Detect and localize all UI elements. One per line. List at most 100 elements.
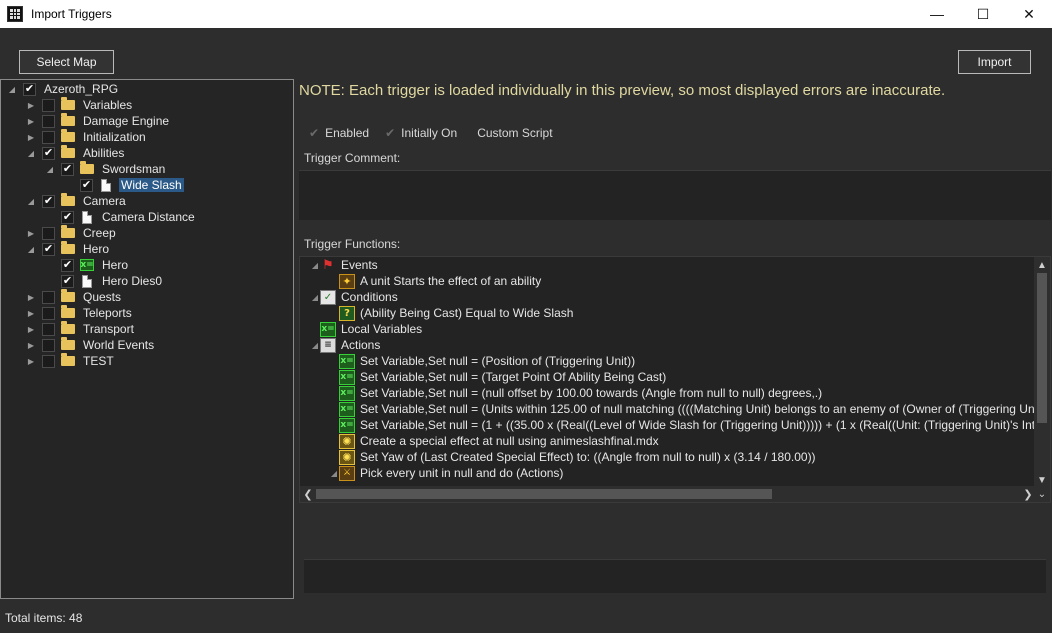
function-row[interactable]: x= Local Variables [310,321,422,337]
tree-item-checkbox[interactable] [42,130,55,144]
function-row[interactable]: ◢ ⚔ Pick every unit in null and do (Action… [329,465,563,481]
tree-item[interactable]: ✔ Hero Dies0 [45,273,164,289]
expand-arrow-icon[interactable]: ▶ [26,225,36,241]
tree-item-checkbox[interactable] [42,114,55,128]
folder-icon [61,241,75,255]
collapse-arrow-icon[interactable]: ◢ [310,341,320,350]
import-button[interactable]: Import [958,50,1031,74]
initially-on-option[interactable]: ✔ Initially On [385,126,457,140]
tree-item-checkbox[interactable] [42,226,55,240]
trigger-functions-tree[interactable]: ◢ ⚑ Events ✦ A unit Starts the effect of an … [299,256,1051,503]
enabled-option[interactable]: ✔ Enabled [309,126,369,140]
collapse-arrow-icon[interactable]: ◢ [26,241,36,257]
maximize-button[interactable]: ☐ [960,0,1006,28]
tree-item-checkbox[interactable]: ✔ [61,274,74,288]
horizontal-scrollbar[interactable]: ❮ ❯ [300,486,1036,502]
tree-item[interactable]: ✔ Camera Distance [45,209,197,225]
tree-item[interactable]: ◢ ✔ Abilities [26,145,126,161]
collapse-arrow-icon[interactable]: ◢ [310,293,320,302]
expand-arrow-icon[interactable]: ▶ [26,289,36,305]
expand-arrow-icon[interactable]: ▶ [26,321,36,337]
tree-item-checkbox[interactable]: ✔ [61,210,74,224]
function-row[interactable]: ? (Ability Being Cast) Equal to Wide Slas… [329,305,573,321]
tree-item-checkbox[interactable] [42,306,55,320]
tree-item[interactable]: ◢ ✔ Hero [26,241,111,257]
vertical-scroll-thumb[interactable] [1037,273,1047,423]
tree-item-checkbox[interactable] [42,290,55,304]
function-row[interactable]: ◢ ✓ Conditions [310,289,398,305]
tree-item[interactable]: ▶ Damage Engine [26,113,171,129]
tree-item[interactable]: ▶ Quests [26,289,123,305]
tree-item-checkbox[interactable]: ✔ [42,242,55,256]
folder-icon [61,193,75,207]
tree-item[interactable]: ▶ World Events [26,337,156,353]
tree-item-checkbox[interactable]: ✔ [61,162,74,176]
tree-item[interactable]: ◢ ✔ Camera [26,193,128,209]
tree-item[interactable]: ▶ Creep [26,225,118,241]
scroll-left-arrow[interactable]: ❮ [300,486,316,502]
tree-item[interactable]: ✔ Wide Slash [64,177,184,193]
select-map-button[interactable]: Select Map [19,50,114,74]
tree-item[interactable]: ▶ Transport [26,321,136,337]
tree-item-checkbox[interactable] [42,98,55,112]
tree-item[interactable]: ▶ Teleports [26,305,134,321]
expand-arrow-icon[interactable]: ▶ [26,113,36,129]
variable-icon: x= [339,417,355,433]
tree-item-checkbox[interactable]: ✔ [80,178,93,192]
custom-script-option[interactable]: Custom Script [477,126,552,140]
function-row[interactable]: ✦ A unit Starts the effect of an ability [329,273,541,289]
expand-arrow-icon[interactable]: ▶ [26,305,36,321]
scroll-up-arrow[interactable]: ▲ [1034,257,1050,273]
status-total-items: Total items: 48 [5,611,83,625]
collapse-arrow-icon[interactable]: ◢ [329,469,339,478]
tree-item-label: Quests [83,290,122,304]
tree-item-checkbox[interactable] [42,354,55,368]
trigger-tree[interactable]: ◢ ✔ Azeroth_RPG ▶ Variables ▶ Damage Engine ▶ In… [0,79,294,599]
function-row[interactable]: x= Set Variable,Set null = (null offset b… [329,385,822,401]
expand-arrow-icon[interactable]: ▶ [26,337,36,353]
expand-arrow-icon[interactable]: ▶ [26,353,36,369]
collapse-arrow-icon[interactable]: ◢ [26,145,36,161]
tree-item-checkbox[interactable]: ✔ [61,258,74,272]
trigger-comment-box[interactable] [299,170,1051,220]
horizontal-scroll-thumb[interactable] [316,489,772,499]
collapse-arrow-icon[interactable]: ◢ [7,81,17,97]
collapse-arrow-icon[interactable]: ◢ [310,261,320,270]
function-row[interactable]: ✺ Create a special effect at null using a… [329,433,659,449]
collapse-arrow-icon[interactable]: ◢ [45,161,55,177]
close-button[interactable]: ✕ [1006,0,1052,28]
tree-item-label: Abilities [83,146,125,160]
tree-item-label: Hero Dies0 [102,274,163,288]
function-row[interactable]: x= Set Variable,Set null = (Position of (… [329,353,635,369]
tree-item[interactable]: ◢ ✔ Swordsman [45,161,167,177]
function-row[interactable]: ◢ ⚑ Events [310,257,378,273]
function-row[interactable]: x= Set Variable,Set null = (Units within … [329,401,1035,417]
preview-note: NOTE: Each trigger is loaded individuall… [299,82,946,99]
function-row[interactable]: x= Set Variable,Set null = (Target Point … [329,369,666,385]
tree-item[interactable]: ▶ Initialization [26,129,148,145]
tree-item-checkbox[interactable] [42,322,55,336]
function-row[interactable]: x= Set Variable,Set null = (1 + ((35.00 x… [329,417,1050,433]
initially-on-checkbox[interactable]: ✔ [385,126,395,140]
tree-item[interactable]: ▶ Variables [26,97,134,113]
function-row[interactable]: ◢ ≡ Actions [310,337,380,353]
function-text: Set Yaw of (Last Created Special Effect)… [360,450,816,464]
tree-item[interactable]: ▶ TEST [26,353,116,369]
minimize-button[interactable]: — [914,0,960,28]
actions-icon: ≡ [320,337,336,353]
enabled-checkbox[interactable]: ✔ [309,126,319,140]
tree-item-checkbox[interactable]: ✔ [42,194,55,208]
tree-item-checkbox[interactable] [42,338,55,352]
collapse-arrow-icon [64,177,74,193]
expand-arrow-icon[interactable]: ▶ [26,97,36,113]
function-row[interactable]: ✺ Set Yaw of (Last Created Special Effect… [329,449,816,465]
tree-item-checkbox[interactable]: ✔ [42,146,55,160]
vertical-scrollbar[interactable]: ▲ ▼ [1034,257,1050,488]
collapse-arrow-icon[interactable]: ◢ [26,193,36,209]
tree-item[interactable]: ✔ x= Hero [45,257,130,273]
custom-script-label: Custom Script [477,126,553,140]
expand-arrow-icon[interactable]: ▶ [26,129,36,145]
tree-item-checkbox[interactable]: ✔ [23,82,36,96]
tree-item[interactable]: ◢ ✔ Azeroth_RPG [7,81,120,97]
app-icon [7,6,23,22]
